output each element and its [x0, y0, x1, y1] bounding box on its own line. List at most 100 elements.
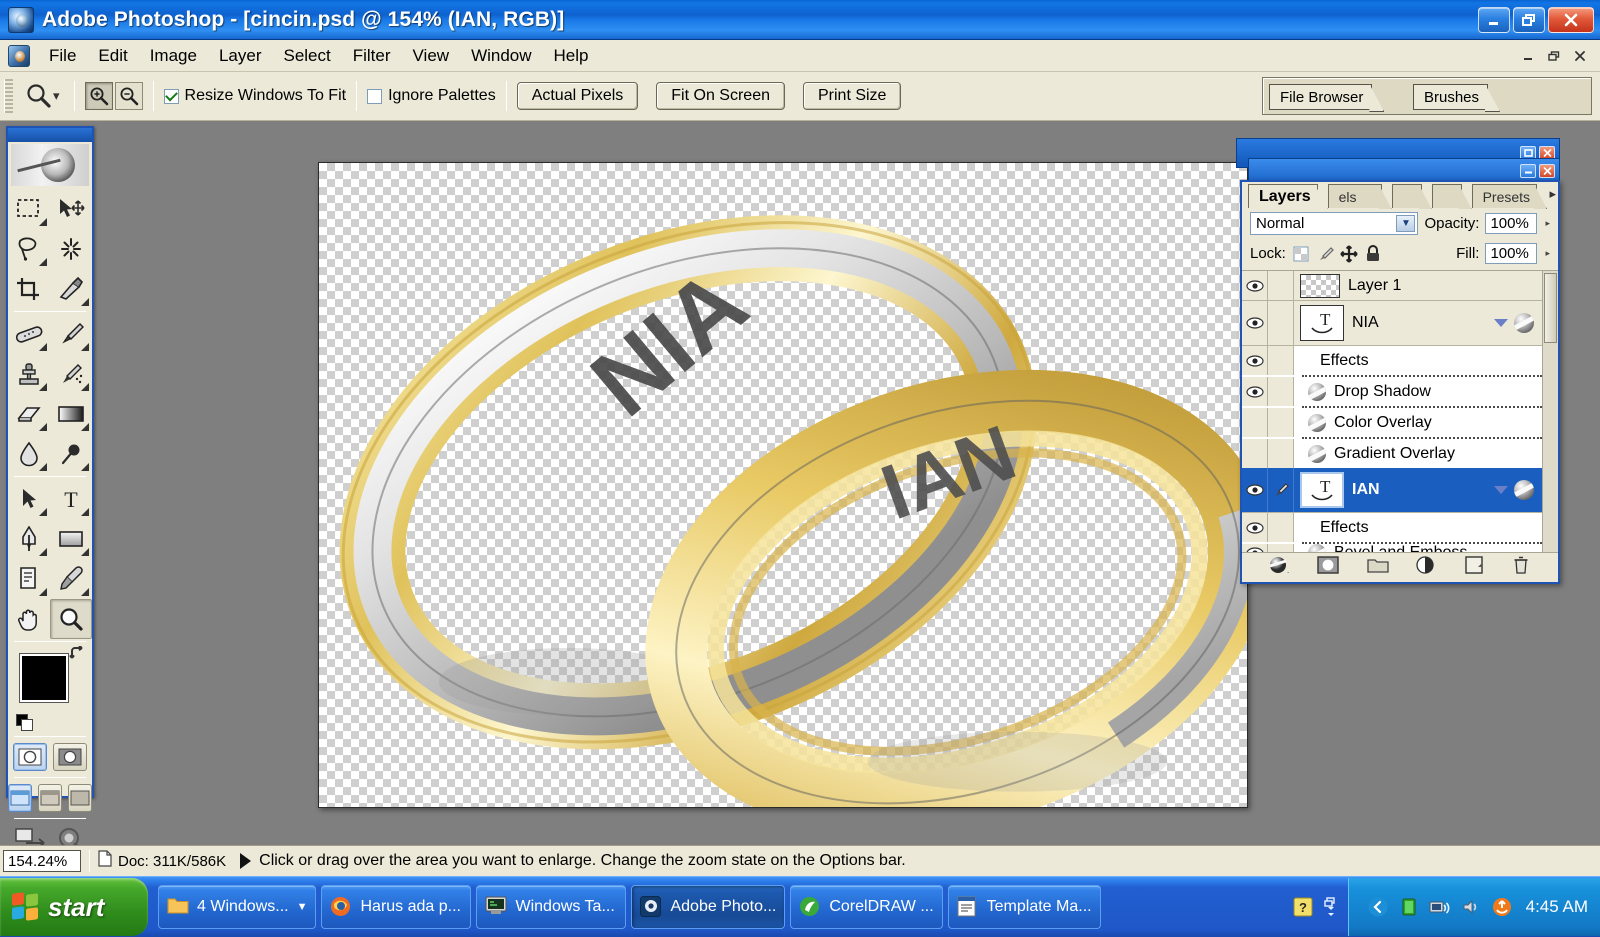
- tool-eraser[interactable]: [8, 394, 50, 434]
- layer-name[interactable]: NIA: [1352, 314, 1494, 332]
- help-icon[interactable]: ?: [1292, 896, 1314, 918]
- new-layer-button[interactable]: [1463, 555, 1485, 580]
- lock-all-icon[interactable]: [1364, 245, 1382, 263]
- tool-move[interactable]: [50, 189, 92, 229]
- tool-zoom[interactable]: [50, 599, 92, 639]
- palette-menu-chevron-right-icon[interactable]: ▸: [1549, 186, 1556, 202]
- layer-name[interactable]: Layer 1: [1348, 277, 1542, 295]
- actual-pixels-button[interactable]: Actual Pixels: [516, 82, 639, 110]
- table-row[interactable]: T NIA: [1242, 301, 1542, 346]
- document-control-icon[interactable]: [8, 44, 30, 67]
- volume-icon[interactable]: [1460, 896, 1482, 918]
- standard-mode-button[interactable]: [13, 743, 47, 771]
- full-screen-mode-button[interactable]: [68, 784, 92, 812]
- status-menu-arrow-icon[interactable]: [240, 853, 252, 869]
- tool-type[interactable]: T: [50, 479, 92, 519]
- palette-close-button-2[interactable]: [1539, 164, 1555, 178]
- menu-view[interactable]: View: [402, 42, 461, 70]
- palette-minimize-button[interactable]: [1520, 164, 1536, 178]
- zoom-in-button[interactable]: [84, 82, 113, 110]
- palette-well-tab-file-browser[interactable]: File Browser: [1269, 84, 1373, 110]
- layer-thumbnail[interactable]: [1300, 273, 1340, 298]
- quick-mask-mode-button[interactable]: [53, 743, 87, 771]
- list-item[interactable]: Effects: [1242, 346, 1542, 375]
- print-size-button[interactable]: Print Size: [802, 82, 902, 110]
- menu-file[interactable]: File: [38, 42, 87, 70]
- tool-lasso[interactable]: [8, 229, 50, 269]
- taskbar-item-browser[interactable]: Harus ada p...: [321, 885, 472, 929]
- taskbar-item-windows-group[interactable]: 4 Windows... ▼: [158, 885, 317, 929]
- layer-list[interactable]: Layer 1 T NIA Effects Drop Shadow Color …: [1242, 270, 1558, 552]
- full-screen-with-menubar-button[interactable]: [38, 784, 62, 812]
- tool-eyedropper[interactable]: [50, 559, 92, 599]
- menu-window[interactable]: Window: [460, 42, 542, 70]
- tool-preset-chevron-down-icon[interactable]: ▾: [53, 88, 60, 104]
- wireless-network-icon[interactable]: [1429, 896, 1451, 918]
- layer-visibility-toggle[interactable]: [1242, 271, 1268, 300]
- menu-select[interactable]: Select: [272, 42, 341, 70]
- tab-paths[interactable]: [1391, 184, 1422, 208]
- taskbar-item-template[interactable]: Template Ma...: [947, 885, 1101, 929]
- minimize-button[interactable]: [1478, 6, 1510, 33]
- opacity-input[interactable]: 100%: [1485, 213, 1538, 234]
- taskbar-item-coreldraw[interactable]: CorelDRAW ...: [790, 885, 943, 929]
- options-bar-grip[interactable]: [4, 79, 13, 113]
- menu-edit[interactable]: Edit: [87, 42, 138, 70]
- mdi-close-button[interactable]: [1568, 45, 1592, 66]
- zoom-out-button[interactable]: [114, 82, 143, 110]
- lock-image-pixels-icon[interactable]: [1316, 245, 1334, 263]
- close-button[interactable]: [1548, 6, 1594, 33]
- menu-filter[interactable]: Filter: [342, 42, 402, 70]
- tool-clone-stamp[interactable]: [8, 354, 50, 394]
- taskbar-item-photoshop[interactable]: Adobe Photo...: [631, 885, 786, 929]
- effect-visibility-toggle[interactable]: [1242, 377, 1268, 406]
- layer-visibility-toggle[interactable]: [1242, 301, 1268, 345]
- layer-thumbnail[interactable]: T: [1300, 305, 1344, 341]
- menu-help[interactable]: Help: [543, 42, 600, 70]
- tool-brush[interactable]: [50, 314, 92, 354]
- lock-transparency-icon[interactable]: [1292, 245, 1310, 263]
- layer-style-fx-icon[interactable]: [1514, 313, 1534, 333]
- effect-visibility-toggle[interactable]: [1242, 439, 1268, 468]
- ignore-palettes-checkbox[interactable]: Ignore Palettes: [367, 87, 496, 105]
- foreground-color-swatch[interactable]: [19, 653, 69, 703]
- tool-blur[interactable]: [8, 434, 50, 474]
- network-overflow-icon[interactable]: [1320, 896, 1342, 918]
- ignore-palettes-checkbox-box[interactable]: [367, 88, 383, 104]
- restore-button[interactable]: [1513, 6, 1545, 33]
- list-item[interactable]: Gradient Overlay: [1242, 439, 1542, 468]
- layer-style-fx-icon[interactable]: [1514, 480, 1534, 500]
- layer-list-scrollbar[interactable]: [1542, 271, 1558, 552]
- tool-gradient[interactable]: [50, 394, 92, 434]
- new-adjustment-layer-button[interactable]: [1416, 555, 1438, 580]
- scrollbar-thumb[interactable]: [1544, 273, 1557, 343]
- tool-notes[interactable]: [8, 559, 50, 599]
- default-colors-icon[interactable]: [16, 714, 33, 731]
- layer-link-toggle[interactable]: [1268, 271, 1294, 300]
- list-item[interactable]: Color Overlay: [1242, 408, 1542, 437]
- mdi-restore-button[interactable]: [1542, 45, 1566, 66]
- fill-spinner-icon[interactable]: ▸: [1545, 249, 1550, 258]
- resize-windows-to-fit-checkbox[interactable]: Resize Windows To Fit: [163, 87, 346, 105]
- resize-windows-checkbox-box[interactable]: [163, 88, 179, 104]
- effects-visibility-toggle[interactable]: [1242, 513, 1268, 542]
- fit-on-screen-button[interactable]: Fit On Screen: [656, 82, 785, 110]
- taskbar-item-windows-task[interactable]: Windows Ta...: [476, 885, 627, 929]
- blend-mode-select[interactable]: Normal ▼: [1250, 212, 1419, 235]
- tool-slice[interactable]: [50, 269, 92, 309]
- show-hidden-icons-button[interactable]: [1367, 896, 1389, 918]
- start-button[interactable]: start: [0, 878, 148, 936]
- chevron-down-icon[interactable]: ▼: [1396, 215, 1416, 232]
- palette-well-tab-brushes[interactable]: Brushes: [1413, 84, 1489, 110]
- effect-visibility-toggle[interactable]: [1242, 544, 1268, 552]
- list-item[interactable]: Bevel and Emboss: [1242, 544, 1542, 552]
- layer-thumbnail[interactable]: T: [1300, 472, 1344, 508]
- tool-rectangular-marquee[interactable]: [8, 189, 50, 229]
- lock-position-icon[interactable]: [1340, 244, 1358, 263]
- tool-magic-wand[interactable]: [50, 229, 92, 269]
- collapse-effects-triangle-icon[interactable]: [1494, 486, 1508, 494]
- tool-dodge[interactable]: [50, 434, 92, 474]
- tab-styles[interactable]: [1431, 184, 1462, 208]
- layer-visibility-toggle[interactable]: [1242, 468, 1268, 512]
- standard-screen-mode-button[interactable]: [8, 784, 32, 812]
